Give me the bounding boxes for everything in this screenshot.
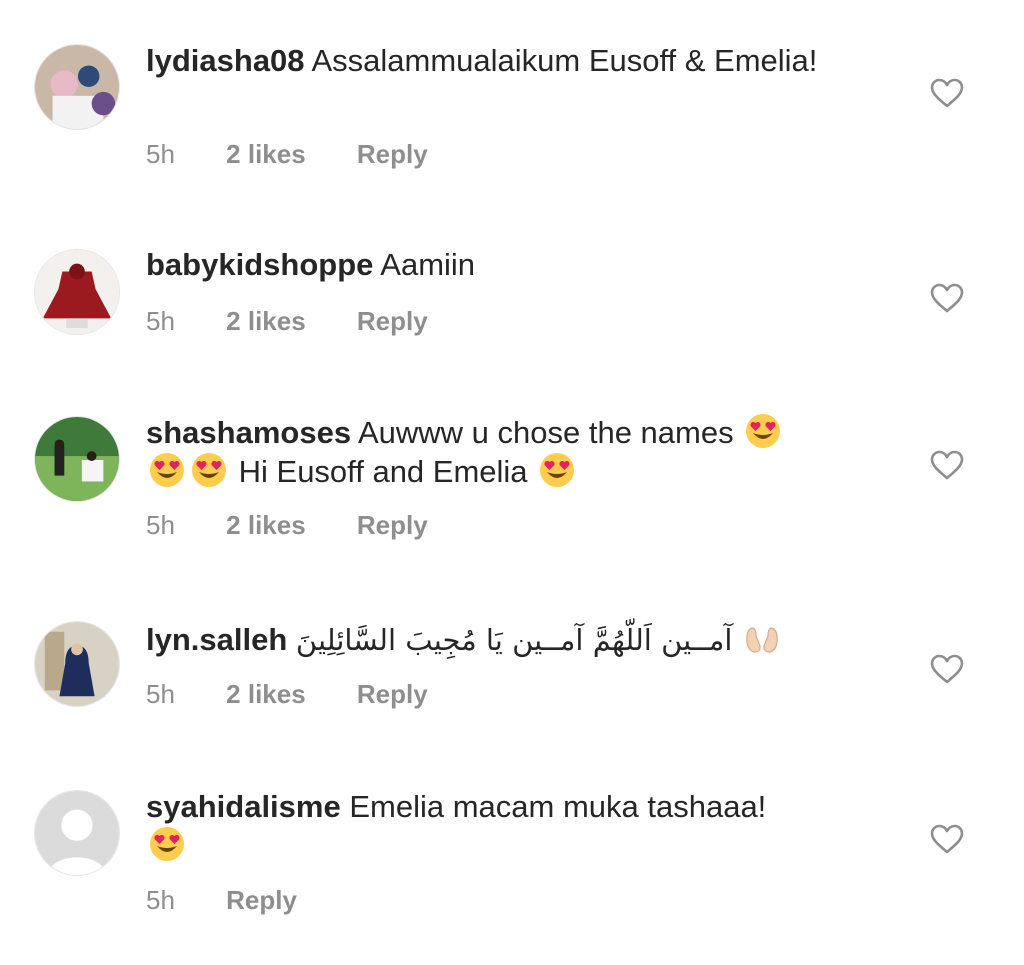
reply-button[interactable]: Reply bbox=[357, 510, 428, 540]
timestamp: 5h bbox=[146, 139, 175, 169]
comment-body: Emelia macam muka tashaaa! bbox=[349, 789, 767, 824]
comment-body: Aamiin bbox=[380, 247, 476, 282]
reply-button[interactable]: Reply bbox=[226, 885, 297, 915]
comment-text: lyn.salleh آمــين اَللّهُمَّ آمــين يَا … bbox=[146, 620, 866, 659]
heart-eyes-emoji bbox=[149, 826, 185, 862]
reply-button[interactable]: Reply bbox=[357, 306, 428, 336]
username[interactable]: syahidalisme bbox=[146, 789, 341, 824]
comment-text: syahidalisme Emelia macam muka tashaaa! bbox=[146, 788, 866, 865]
comment-text: shashamoses Auwww u chose the names Hi E… bbox=[146, 413, 866, 491]
comment-body: Assalammualaikum Eusoff & Emelia! bbox=[311, 43, 818, 78]
likes-count[interactable]: 2 likes bbox=[226, 510, 306, 540]
comment-text: babykidshoppe Aamiin bbox=[146, 246, 866, 284]
palms-up-emoji bbox=[744, 620, 780, 656]
likes-count[interactable]: 2 likes bbox=[226, 306, 306, 336]
reply-button[interactable]: Reply bbox=[357, 139, 428, 169]
reply-button[interactable]: Reply bbox=[357, 679, 428, 709]
comment-meta: 5h Reply bbox=[146, 885, 341, 916]
like-heart-icon[interactable] bbox=[930, 283, 964, 313]
like-heart-icon[interactable] bbox=[930, 78, 964, 108]
heart-eyes-emoji bbox=[149, 452, 185, 488]
avatar[interactable] bbox=[34, 249, 120, 335]
likes-count[interactable]: 2 likes bbox=[226, 679, 306, 709]
avatar[interactable] bbox=[34, 790, 120, 876]
timestamp: 5h bbox=[146, 306, 175, 336]
comment-meta: 5h 2 likes Reply bbox=[146, 679, 472, 710]
timestamp: 5h bbox=[146, 510, 175, 540]
avatar[interactable] bbox=[34, 416, 120, 502]
comment-text: lydiasha08 Assalammualaikum Eusoff & Eme… bbox=[146, 42, 866, 80]
likes-count[interactable]: 2 likes bbox=[226, 139, 306, 169]
like-heart-icon[interactable] bbox=[930, 450, 964, 480]
comment-meta: 5h 2 likes Reply bbox=[146, 139, 472, 170]
heart-eyes-emoji bbox=[191, 452, 227, 488]
like-heart-icon[interactable] bbox=[930, 654, 964, 684]
timestamp: 5h bbox=[146, 679, 175, 709]
comment-body: Hi Eusoff and Emelia bbox=[238, 454, 528, 489]
comment-body: Auwww u chose the names bbox=[357, 415, 734, 450]
username[interactable]: babykidshoppe bbox=[146, 247, 373, 282]
avatar[interactable] bbox=[34, 621, 120, 707]
comment-meta: 5h 2 likes Reply bbox=[146, 306, 472, 337]
comment-body: آمــين اَللّهُمَّ آمــين يَا مُجِيبَ الس… bbox=[295, 623, 733, 657]
username[interactable]: shashamoses bbox=[146, 415, 351, 450]
heart-eyes-emoji bbox=[745, 413, 781, 449]
like-heart-icon[interactable] bbox=[930, 824, 964, 854]
comment-meta: 5h 2 likes Reply bbox=[146, 510, 472, 541]
heart-eyes-emoji bbox=[539, 452, 575, 488]
avatar[interactable] bbox=[34, 44, 120, 130]
username[interactable]: lydiasha08 bbox=[146, 43, 305, 78]
timestamp: 5h bbox=[146, 885, 175, 915]
username[interactable]: lyn.salleh bbox=[146, 622, 287, 657]
